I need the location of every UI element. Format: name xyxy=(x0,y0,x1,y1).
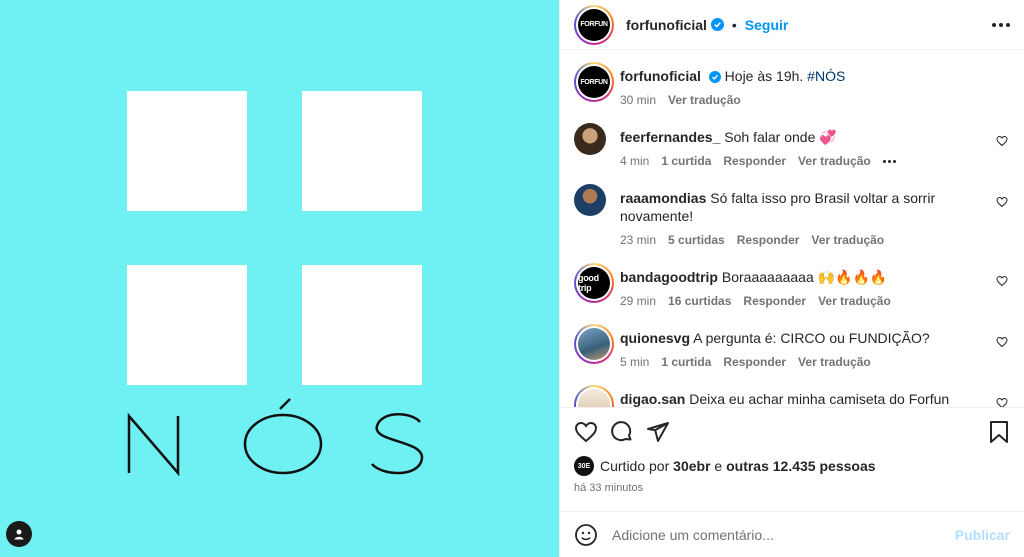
white-square xyxy=(127,265,247,385)
avatar-logo: FORFUN xyxy=(578,66,610,98)
share-send-icon[interactable] xyxy=(646,420,670,444)
tagged-users-icon[interactable] xyxy=(6,521,32,547)
comment: raaamondias Só falta isso pro Brasil vol… xyxy=(574,184,1010,247)
comment-likes[interactable]: 5 curtidas xyxy=(668,233,725,247)
post-modal: FORFUN forfunoficial • Seguir FORFUN for… xyxy=(0,0,1024,557)
commenter-avatar[interactable]: good trip xyxy=(574,263,614,303)
likes-summary: 30E Curtido por 30ebr e outras 12.435 pe… xyxy=(574,456,1010,476)
likes-prefix: Curtido por xyxy=(600,458,670,474)
translate-link[interactable]: Ver tradução xyxy=(798,355,871,369)
reply-button[interactable]: Responder xyxy=(737,233,800,247)
caption-text: Hoje às 19h. xyxy=(724,68,804,84)
like-comment-heart-icon[interactable] xyxy=(994,336,1010,348)
reply-button[interactable]: Responder xyxy=(723,154,786,168)
comment-time[interactable]: 4 min xyxy=(620,154,649,168)
white-square xyxy=(302,265,422,385)
post-actions: 30E Curtido por 30ebr e outras 12.435 pe… xyxy=(560,407,1024,511)
like-comment-heart-icon[interactable] xyxy=(994,397,1010,407)
caption: FORFUN forfunoficial Hoje às 19h. #NÓS 3… xyxy=(574,62,1010,107)
reply-button[interactable]: Responder xyxy=(743,294,806,308)
liker-avatar[interactable]: 30E xyxy=(574,456,594,476)
commenter-avatar[interactable] xyxy=(574,123,606,155)
comment-username[interactable]: bandagoodtrip xyxy=(620,269,718,285)
reply-button[interactable]: Responder xyxy=(723,355,786,369)
comment-username[interactable]: raaamondias xyxy=(620,190,706,206)
header-username[interactable]: forfunoficial xyxy=(626,17,707,33)
comment-likes[interactable]: 16 curtidas xyxy=(668,294,731,308)
comment-input[interactable]: Adicione um comentário... xyxy=(612,527,774,543)
comment: feerfernandes_ Soh falar onde 💞 4 min 1 … xyxy=(574,123,1010,168)
comment-username[interactable]: digao.san xyxy=(620,391,685,407)
others-likes-link[interactable]: outras 12.435 pessoas xyxy=(726,458,875,474)
comment: quionesvg A pergunta é: CIRCO ou FUNDIÇÃ… xyxy=(574,324,1010,369)
like-comment-heart-icon[interactable] xyxy=(994,275,1010,287)
comment-time[interactable]: 29 min xyxy=(620,294,656,308)
acute-accent xyxy=(279,398,291,410)
white-square xyxy=(302,91,422,211)
commenter-avatar[interactable] xyxy=(574,184,606,216)
comment-text: Boraaaaaaaaa 🙌🔥🔥🔥 xyxy=(721,269,888,285)
post-header: FORFUN forfunoficial • Seguir xyxy=(560,0,1024,50)
comment-username[interactable]: quionesvg xyxy=(620,330,690,346)
translate-link[interactable]: Ver tradução xyxy=(668,93,741,107)
comment: good trip bandagoodtrip Boraaaaaaaaa 🙌🔥🔥… xyxy=(574,263,1010,308)
post-timestamp[interactable]: há 33 minutos xyxy=(574,482,1010,494)
comment: digao.san Deixa eu achar minha camiseta … xyxy=(574,385,1010,407)
likes-middle: e xyxy=(714,458,723,474)
comments-list[interactable]: FORFUN forfunoficial Hoje às 19h. #NÓS 3… xyxy=(560,50,1024,407)
comment-username[interactable]: feerfernandes_ xyxy=(620,129,720,145)
nos-title xyxy=(127,398,424,477)
comment-likes[interactable]: 1 curtida xyxy=(661,154,711,168)
liker-username[interactable]: 30ebr xyxy=(673,458,710,474)
translate-link[interactable]: Ver tradução xyxy=(798,154,871,168)
comment-options-icon[interactable] xyxy=(882,159,896,163)
avatar-photo xyxy=(578,328,610,360)
post-image[interactable] xyxy=(0,0,559,557)
translate-link[interactable]: Ver tradução xyxy=(811,233,884,247)
commenter-avatar[interactable] xyxy=(574,324,614,364)
post-details-panel: FORFUN forfunoficial • Seguir FORFUN for… xyxy=(559,0,1024,557)
more-options-icon[interactable] xyxy=(992,22,1010,27)
letter-o xyxy=(243,413,323,475)
comment-time[interactable]: 5 min xyxy=(620,355,649,369)
caption-time[interactable]: 30 min xyxy=(620,93,656,107)
letter-s xyxy=(371,413,424,475)
verified-badge-icon xyxy=(710,18,724,31)
avatar-logo: FORFUN xyxy=(578,8,610,41)
like-comment-heart-icon[interactable] xyxy=(994,196,1010,208)
translate-link[interactable]: Ver tradução xyxy=(818,294,891,308)
comment-text: A pergunta é: CIRCO ou FUNDIÇÃO? xyxy=(693,330,930,346)
white-square xyxy=(127,91,247,211)
comment-time[interactable]: 23 min xyxy=(620,233,656,247)
profile-avatar[interactable]: FORFUN xyxy=(574,4,614,45)
separator-dot: • xyxy=(731,16,737,33)
letter-n xyxy=(127,412,180,477)
bookmark-icon[interactable] xyxy=(988,420,1010,444)
avatar-photo xyxy=(578,389,610,407)
follow-button[interactable]: Seguir xyxy=(745,17,789,33)
add-comment-bar: Adicione um comentário... Publicar xyxy=(560,511,1024,557)
publish-button[interactable]: Publicar xyxy=(955,527,1010,543)
goodtrip-logo: good trip xyxy=(578,267,610,299)
caption-username[interactable]: forfunoficial xyxy=(620,68,701,84)
comment-likes[interactable]: 1 curtida xyxy=(661,355,711,369)
comment-bubble-icon[interactable] xyxy=(610,420,634,444)
verified-badge-icon xyxy=(708,71,721,83)
like-heart-icon[interactable] xyxy=(574,420,598,444)
caption-avatar[interactable]: FORFUN xyxy=(574,62,614,102)
commenter-avatar[interactable] xyxy=(574,385,614,407)
hashtag-link[interactable]: #NÓS xyxy=(807,68,845,84)
emoji-icon[interactable] xyxy=(574,523,598,547)
like-comment-heart-icon[interactable] xyxy=(994,135,1010,147)
comment-text: Soh falar onde 💞 xyxy=(724,129,837,145)
